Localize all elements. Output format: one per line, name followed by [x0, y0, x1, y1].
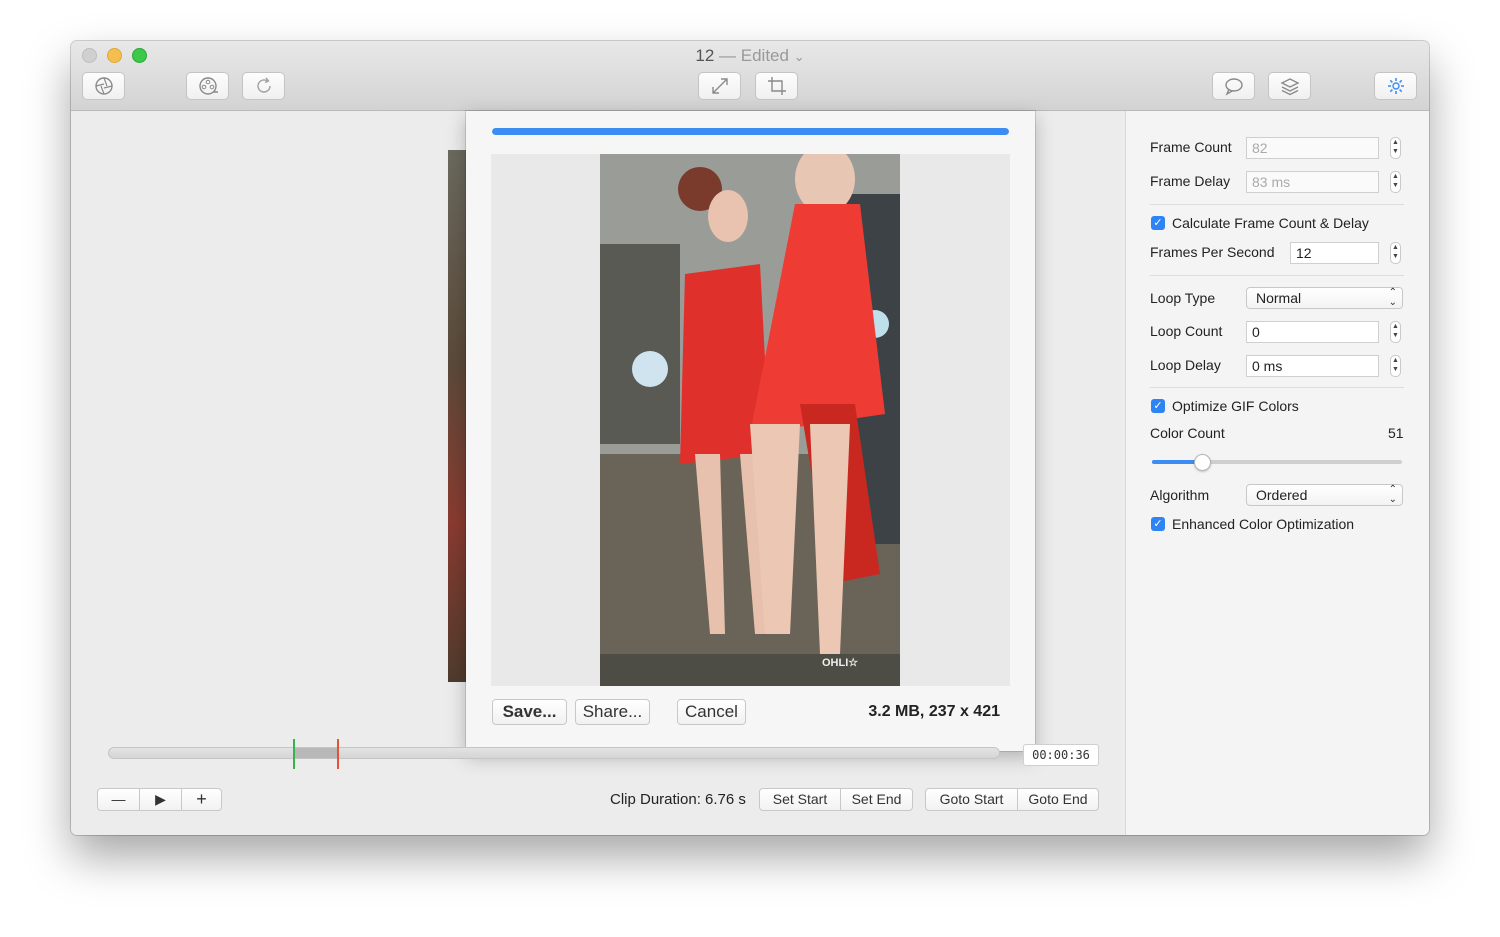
loop-delay-label: Loop Delay	[1150, 357, 1221, 373]
loop-type-select[interactable]: Normal ⌃ ⌄	[1246, 287, 1403, 309]
fps-field[interactable]: 12	[1290, 242, 1379, 264]
color-count-value: 51	[1388, 425, 1404, 441]
layers-button[interactable]	[1268, 72, 1311, 100]
loop-count-field[interactable]: 0	[1246, 321, 1379, 343]
algorithm-value: Ordered	[1256, 487, 1308, 503]
loop-count-stepper[interactable]: ▲ ▼	[1390, 321, 1401, 343]
resize-button[interactable]	[698, 72, 741, 100]
timeline-track[interactable]	[108, 747, 1000, 759]
refresh-icon	[256, 77, 271, 93]
refresh-button[interactable]	[242, 72, 285, 100]
crop-icon	[767, 77, 786, 95]
zoom-in-button[interactable]: +	[181, 788, 222, 811]
cancel-button[interactable]: Cancel	[677, 699, 746, 725]
divider	[1150, 275, 1404, 276]
layers-icon	[1279, 78, 1300, 96]
goto-start-button[interactable]: Goto Start	[925, 788, 1018, 811]
clip-start-marker[interactable]	[293, 739, 295, 769]
loop-delay-field[interactable]: 0 ms	[1246, 355, 1379, 377]
calc-frame-count-checkbox[interactable]: ✓	[1151, 216, 1165, 230]
loop-type-label: Loop Type	[1150, 290, 1216, 306]
up-down-arrows-icon: ⌃ ⌄	[1388, 484, 1397, 505]
frame-count-field: 82	[1246, 137, 1379, 159]
share-button[interactable]: Share...	[575, 699, 650, 725]
gif-watermark: OHLI☆	[822, 657, 859, 669]
color-count-slider-knob[interactable]	[1194, 454, 1211, 471]
frame-delay-field: 83 ms	[1246, 171, 1379, 193]
background-frame-preview	[448, 150, 466, 682]
algorithm-select[interactable]: Ordered ⌃ ⌄	[1246, 484, 1403, 506]
optimize-colors-label: Optimize GIF Colors	[1172, 398, 1299, 414]
timeline-selection	[295, 748, 337, 758]
export-sheet: OHLI☆ Save... Share... Cancel 3.2 MB, 23…	[466, 111, 1035, 751]
resize-icon	[711, 78, 728, 94]
edited-status: Edited	[740, 46, 789, 65]
loop-count-label: Loop Count	[1150, 323, 1223, 339]
save-button[interactable]: Save...	[492, 699, 567, 725]
zoom-out-button[interactable]: —	[97, 788, 140, 811]
up-down-arrows-icon: ⌃ ⌄	[1388, 287, 1397, 308]
gear-icon	[1387, 78, 1404, 94]
frame-delay-label: Frame Delay	[1150, 173, 1231, 189]
window-title[interactable]: 12 — Edited ⌄	[71, 46, 1429, 66]
color-count-label: Color Count	[1150, 425, 1225, 441]
gif-preview-well: OHLI☆	[491, 154, 1010, 686]
calc-frame-count-label: Calculate Frame Count & Delay	[1172, 215, 1369, 231]
timecode-display: 00:00:36	[1023, 744, 1099, 766]
clip-duration: Clip Duration: 6.76 s	[610, 791, 746, 808]
frame-count-stepper: ▲ ▼	[1390, 137, 1401, 159]
enhanced-optimization-label: Enhanced Color Optimization	[1172, 516, 1355, 532]
fps-stepper[interactable]: ▲ ▼	[1390, 242, 1401, 264]
optimize-colors-checkbox[interactable]: ✓	[1151, 399, 1165, 413]
aperture-button[interactable]	[82, 72, 125, 100]
frame-delay-stepper: ▲ ▼	[1390, 171, 1401, 193]
frame-count-label: Frame Count	[1150, 139, 1232, 155]
title-bar: 12 — Edited ⌄	[71, 41, 1429, 111]
aperture-icon	[94, 77, 113, 95]
fps-label: Frames Per Second	[1150, 244, 1275, 260]
settings-button[interactable]	[1374, 72, 1417, 100]
title-separator: —	[714, 46, 741, 65]
clip-end-marker[interactable]	[337, 739, 339, 769]
divider	[1150, 387, 1404, 388]
export-progress-bar	[492, 128, 1009, 135]
chevron-down-icon: ⌄	[793, 49, 805, 64]
goto-end-button[interactable]: Goto End	[1017, 788, 1099, 811]
crop-button[interactable]	[755, 72, 798, 100]
speech-bubble-button[interactable]	[1212, 72, 1255, 100]
set-end-button[interactable]: Set End	[840, 788, 913, 811]
divider	[1150, 204, 1404, 205]
file-info: 3.2 MB, 237 x 421	[868, 703, 1000, 720]
film-reel-icon	[198, 77, 218, 95]
play-button[interactable]: ▶	[139, 788, 182, 811]
gif-preview-image: OHLI☆	[600, 154, 900, 686]
set-start-button[interactable]: Set Start	[759, 788, 841, 811]
document-name: 12	[695, 46, 715, 65]
app-window: 12 — Edited ⌄ OHLI☆ Save... Share... Can…	[71, 41, 1429, 835]
loop-type-value: Normal	[1256, 290, 1302, 306]
export-progress-fill	[492, 128, 1009, 135]
speech-bubble-icon	[1224, 78, 1243, 96]
algorithm-label: Algorithm	[1150, 487, 1210, 503]
enhanced-optimization-checkbox[interactable]: ✓	[1151, 517, 1165, 531]
film-reel-button[interactable]	[186, 72, 229, 100]
loop-delay-stepper[interactable]: ▲ ▼	[1390, 355, 1401, 377]
